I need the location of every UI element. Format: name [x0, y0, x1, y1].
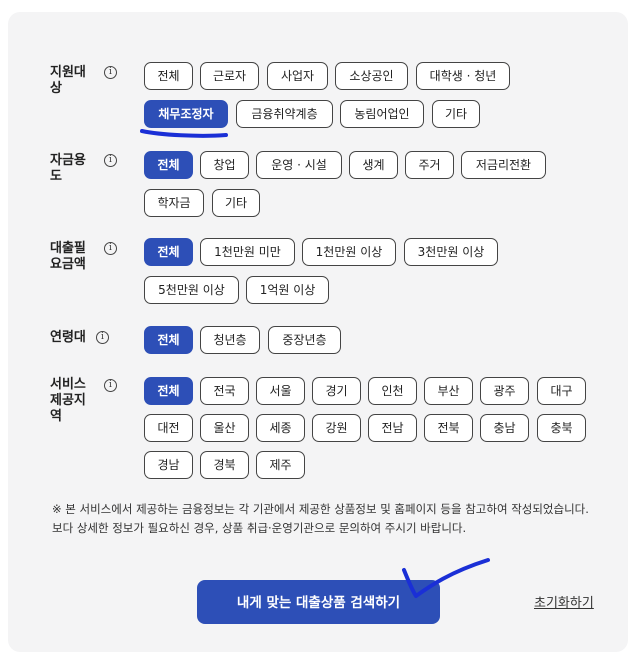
chip-region-seoul[interactable]: 서울 [256, 377, 305, 405]
info-icon[interactable]: i [96, 331, 109, 344]
filter-label: 대출필요금액 [50, 241, 86, 272]
chip-business-owner[interactable]: 사업자 [267, 62, 328, 90]
chip-region-jeonbuk[interactable]: 전북 [424, 414, 473, 442]
info-icon[interactable]: i [104, 242, 117, 255]
chip-region-gyeongbuk[interactable]: 경북 [200, 451, 249, 479]
chip-worker[interactable]: 근로자 [200, 62, 259, 90]
chip-region-nationwide[interactable]: 전국 [200, 377, 249, 405]
chip-region-sejong[interactable]: 세종 [256, 414, 305, 442]
filter-label: 서비스제공지역 [50, 377, 86, 424]
notice-line: 보다 상세한 정보가 필요하신 경우, 상품 취급·운영기관으로 문의하여 주시… [52, 521, 467, 535]
chip-region-incheon[interactable]: 인천 [368, 377, 417, 405]
search-loan-button[interactable]: 내게 맞는 대출상품 검색하기 [197, 580, 440, 624]
chip-low-rate-conversion[interactable]: 저금리전환 [461, 151, 546, 179]
chip-region-chungnam[interactable]: 충남 [480, 414, 529, 442]
chip-all[interactable]: 전체 [144, 151, 193, 179]
chip-middle-aged[interactable]: 중장년층 [268, 326, 341, 354]
chip-region-jeju[interactable]: 제주 [256, 451, 305, 479]
chip-region-gyeongnam[interactable]: 경남 [144, 451, 193, 479]
chip-over-30m[interactable]: 3천만원 이상 [404, 238, 498, 266]
chip-student-youth[interactable]: 대학생 · 청년 [416, 62, 510, 90]
chip-all[interactable]: 전체 [144, 62, 193, 90]
loan-filter-panel: 지원대상 i 전체 근로자 사업자 소상공인 대학생 · 청년 채무조정자 금융… [8, 12, 628, 652]
chip-debt-adjustment[interactable]: 채무조정자 [144, 100, 228, 128]
chip-living[interactable]: 생계 [349, 151, 398, 179]
chip-financially-vulnerable[interactable]: 금융취약계층 [236, 100, 333, 128]
reset-link[interactable]: 초기화하기 [534, 592, 594, 611]
chip-over-100m[interactable]: 1억원 이상 [246, 276, 329, 304]
chip-region-gangwon[interactable]: 강원 [312, 414, 361, 442]
chip-small-business[interactable]: 소상공인 [335, 62, 408, 90]
chip-etc[interactable]: 기타 [432, 100, 480, 128]
chip-all[interactable]: 전체 [144, 326, 193, 354]
chip-startup[interactable]: 창업 [200, 151, 249, 179]
info-icon[interactable]: i [104, 66, 117, 79]
chip-region-daejeon[interactable]: 대전 [144, 414, 193, 442]
chip-etc[interactable]: 기타 [212, 189, 260, 217]
notice-line: ※ 본 서비스에서 제공하는 금융정보는 각 기관에서 제공한 상품정보 및 홈… [52, 502, 589, 516]
info-icon[interactable]: i [104, 154, 117, 167]
filter-label: 지원대상 [50, 65, 86, 96]
chip-region-ulsan[interactable]: 울산 [200, 414, 249, 442]
notice-text: ※ 본 서비스에서 제공하는 금융정보는 각 기관에서 제공한 상품정보 및 홈… [52, 500, 592, 538]
chip-region-daegu[interactable]: 대구 [537, 377, 586, 405]
chip-operation-facility[interactable]: 운영 · 시설 [256, 151, 342, 179]
filter-label: 자금용도 [50, 153, 86, 184]
chip-agriculture[interactable]: 농림어업인 [340, 100, 424, 128]
chip-under-10m[interactable]: 1천만원 미만 [200, 238, 295, 266]
chip-youth[interactable]: 청년층 [200, 326, 260, 354]
chip-over-10m[interactable]: 1천만원 이상 [302, 238, 396, 266]
chip-tuition[interactable]: 학자금 [144, 189, 204, 217]
chip-region-busan[interactable]: 부산 [424, 377, 473, 405]
chip-region-chungbuk[interactable]: 충북 [537, 414, 586, 442]
chip-region-jeonnam[interactable]: 전남 [368, 414, 417, 442]
chip-over-50m[interactable]: 5천만원 이상 [144, 276, 239, 304]
chip-all[interactable]: 전체 [144, 238, 193, 266]
chip-housing[interactable]: 주거 [405, 151, 454, 179]
chip-region-gwangju[interactable]: 광주 [480, 377, 529, 405]
chip-region-gyeonggi[interactable]: 경기 [312, 377, 361, 405]
info-icon[interactable]: i [104, 379, 117, 392]
chip-all[interactable]: 전체 [144, 377, 193, 405]
